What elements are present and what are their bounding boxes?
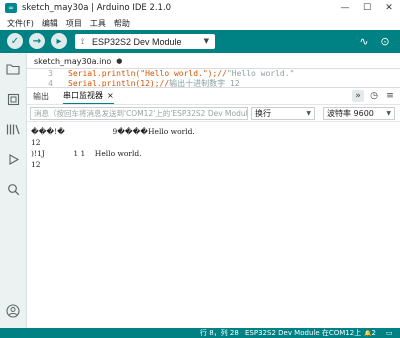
- arduino-logo-icon: ∞: [5, 3, 17, 13]
- code-text: Serial.println("Hello world.");//"Hello …: [68, 69, 295, 78]
- line-ending-select[interactable]: 换行 ▼: [251, 107, 315, 120]
- code-line: 3 Serial.println("Hello world.");//"Hello…: [27, 69, 294, 79]
- cursor-position[interactable]: 行 8，列 28: [200, 328, 239, 338]
- serial-monitor-bar: 消息（按回车将消息发送到'COM12'上的'ESP32S2 Dev Module…: [27, 104, 400, 122]
- debug-button[interactable]: ▸: [51, 33, 67, 49]
- code-editor[interactable]: 3 Serial.println("Hello world.");//"Hello…: [27, 69, 400, 87]
- serial-monitor-button[interactable]: ⊙: [377, 34, 393, 49]
- output-line: 12: [31, 138, 41, 147]
- autoscroll-button[interactable]: »: [352, 90, 364, 102]
- board-label: ESP32S2 Dev Module: [91, 36, 182, 47]
- usb-icon: ⟟: [81, 36, 84, 46]
- tab-output[interactable]: 输出: [33, 88, 49, 105]
- menu-tools[interactable]: 工具: [86, 18, 110, 29]
- clear-icon: ≡: [386, 91, 394, 101]
- menu-file[interactable]: 文件(F): [3, 18, 38, 29]
- close-icon[interactable]: ×: [107, 91, 114, 100]
- search-button[interactable]: [5, 181, 21, 197]
- verify-button[interactable]: ✓: [7, 33, 23, 49]
- account-icon: [6, 304, 20, 318]
- window-controls: — ☐ ✕: [334, 0, 400, 16]
- panel-tabs: 输出 串口监视器 × » ◷ ≡: [27, 87, 400, 105]
- serial-monitor-icon: ⊙: [380, 35, 390, 48]
- editor-tab-label: sketch_may30a.ino: [34, 56, 112, 66]
- tab-serial-monitor[interactable]: 串口监视器 ×: [63, 88, 114, 105]
- menu-bar: 文件(F) 编辑 项目 工具 帮助: [0, 16, 400, 30]
- clear-output-button[interactable]: ≡: [384, 90, 396, 102]
- minimize-button[interactable]: —: [334, 0, 356, 16]
- output-line: ���!� 9����Hello world.: [31, 127, 195, 136]
- boards-manager-button[interactable]: [5, 91, 21, 107]
- check-icon: ✓: [10, 35, 20, 47]
- chevron-down-icon: ▼: [306, 110, 311, 117]
- close-button[interactable]: ✕: [378, 0, 400, 16]
- account-button[interactable]: [5, 303, 21, 319]
- folder-icon: [6, 64, 20, 75]
- unsaved-dot-icon: ●: [116, 57, 123, 65]
- line-number: 3: [48, 69, 53, 78]
- library-manager-button[interactable]: [5, 121, 21, 137]
- code-line: 4 Serial.println(12);//输出十进制数字 12: [27, 79, 240, 87]
- arrow-right-icon: →: [32, 35, 42, 47]
- editor-tab-sketch[interactable]: sketch_may30a.ino ●: [27, 53, 129, 69]
- debug-icon: [8, 153, 19, 165]
- status-bar: 行 8，列 28 ESP32S2 Dev Module 在COM12上 🔔2 ▭: [0, 328, 400, 338]
- baud-rate-select[interactable]: 波特率 9600 ▼: [323, 107, 395, 120]
- boards-manager-icon: [7, 93, 19, 105]
- activity-bar: [0, 53, 27, 328]
- menu-sketch[interactable]: 项目: [62, 18, 86, 29]
- board-selector[interactable]: ⟟ ESP32S2 Dev Module ▼: [75, 34, 215, 49]
- maximize-button[interactable]: ☐: [356, 0, 378, 16]
- code-text: Serial.println(12);//输出十进制数字 12: [68, 79, 240, 87]
- sketchbook-button[interactable]: [5, 61, 21, 77]
- timestamp-button[interactable]: ◷: [368, 90, 380, 102]
- debug-play-icon: ▸: [56, 35, 62, 47]
- library-icon: [6, 124, 20, 134]
- debug-panel-button[interactable]: [5, 151, 21, 167]
- line-number: 4: [48, 79, 53, 87]
- layout-toggle-icon[interactable]: ▭: [386, 328, 393, 338]
- chevron-down-icon: ▼: [203, 37, 209, 45]
- upload-button[interactable]: →: [29, 33, 45, 49]
- chevron-down-icon: ▼: [386, 110, 391, 117]
- output-line: 12: [31, 160, 41, 169]
- search-icon: [7, 183, 19, 195]
- window-title: sketch_may30a | Arduino IDE 2.1.0: [22, 3, 172, 13]
- serial-output[interactable]: ���!� 9����Hello world. 12 )!1J 1 1 Hell…: [27, 122, 400, 328]
- clock-icon: ◷: [370, 91, 378, 101]
- board-status[interactable]: ESP32S2 Dev Module 在COM12上: [245, 328, 361, 338]
- plotter-icon: ∿: [359, 35, 369, 48]
- notifications-button[interactable]: 🔔2: [364, 328, 376, 338]
- autoscroll-icon: »: [355, 91, 361, 101]
- toolbar: ✓ → ▸ ⟟ ESP32S2 Dev Module ▼ ∿ ⊙: [0, 30, 400, 53]
- menu-edit[interactable]: 编辑: [38, 18, 62, 29]
- message-input[interactable]: 消息（按回车将消息发送到'COM12'上的'ESP32S2 Dev Module…: [30, 107, 248, 120]
- menu-help[interactable]: 帮助: [110, 18, 134, 29]
- editor-tabs: sketch_may30a.ino ●: [27, 53, 400, 69]
- title-bar: ∞ sketch_may30a | Arduino IDE 2.1.0 — ☐ …: [0, 0, 400, 16]
- output-line: )!1J 1 1 Hello world.: [31, 149, 142, 158]
- serial-plotter-button[interactable]: ∿: [356, 34, 372, 49]
